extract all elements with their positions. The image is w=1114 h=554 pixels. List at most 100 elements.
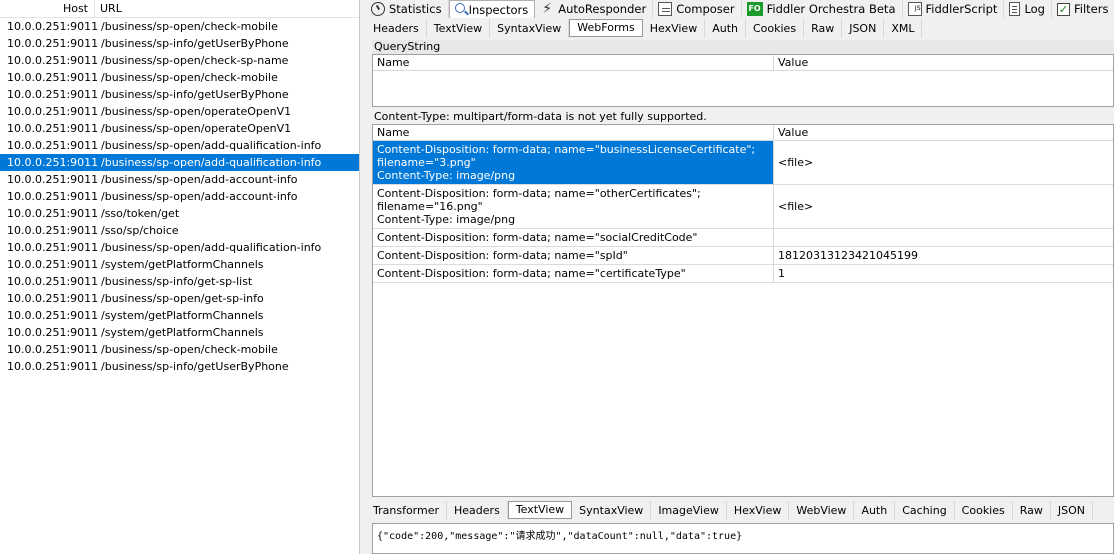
session-host: 10.0.0.251:9011 (7, 71, 99, 84)
session-host: 10.0.0.251:9011 (7, 275, 99, 288)
form-field-row[interactable]: Content-Disposition: form-data; name="sp… (373, 247, 1113, 265)
body-name-header[interactable]: Name (373, 125, 774, 140)
session-row[interactable]: 10.0.0.251:9011/business/sp-open/operate… (0, 103, 359, 120)
response-tab-hexview[interactable]: HexView (727, 500, 790, 520)
request-tab-webforms[interactable]: WebForms (569, 19, 643, 37)
tab-fiddler-orchestra-beta[interactable]: FO Fiddler Orchestra Beta (742, 0, 903, 18)
body-value-header[interactable]: Value (774, 125, 1113, 140)
form-field-row[interactable]: Content-Disposition: form-data; name="ce… (373, 265, 1113, 283)
session-row[interactable]: 10.0.0.251:9011/system/getPlatformChanne… (0, 324, 359, 341)
request-tab-cookies[interactable]: Cookies (746, 18, 805, 38)
request-tab-headers[interactable]: Headers (366, 18, 427, 38)
tab-label: FiddlerScript (925, 2, 998, 16)
session-url: /system/getPlatformChannels (101, 258, 264, 271)
session-row[interactable]: 10.0.0.251:9011/business/sp-open/check-s… (0, 52, 359, 69)
request-tab-textview[interactable]: TextView (427, 18, 491, 38)
session-url: /business/sp-open/check-mobile (101, 20, 278, 33)
request-tab-syntaxview[interactable]: SyntaxView (490, 18, 570, 38)
request-tab-auth[interactable]: Auth (705, 18, 746, 38)
session-host: 10.0.0.251:9011 (7, 122, 99, 135)
session-url: /business/sp-info/getUserByPhone (101, 37, 289, 50)
log-icon (1009, 2, 1021, 16)
form-field-row[interactable]: Content-Disposition: form-data; name="so… (373, 229, 1113, 247)
session-row[interactable]: 10.0.0.251:9011/business/sp-open/check-m… (0, 341, 359, 358)
session-host: 10.0.0.251:9011 (7, 20, 99, 33)
tab-inspectors[interactable]: Inspectors (448, 0, 536, 19)
response-tab-textview[interactable]: TextView (507, 501, 573, 519)
form-field-name: Content-Disposition: form-data; name="sp… (373, 247, 774, 264)
column-header-url[interactable]: URL (95, 0, 122, 18)
tab-statistics[interactable]: Statistics (366, 0, 449, 18)
querystring-label: QueryString (372, 40, 1114, 54)
session-row[interactable]: 10.0.0.251:9011/sso/sp/choice (0, 222, 359, 239)
form-field-name: Content-Disposition: form-data; name="ot… (373, 185, 774, 228)
session-row[interactable]: 10.0.0.251:9011/sso/token/get (0, 205, 359, 222)
request-tab-raw[interactable]: Raw (804, 18, 843, 38)
tab-composer[interactable]: Composer (653, 0, 742, 18)
form-field-row[interactable]: Content-Disposition: form-data; name="bu… (373, 141, 1113, 185)
session-row[interactable]: 10.0.0.251:9011/business/sp-open/check-m… (0, 69, 359, 86)
session-row[interactable]: 10.0.0.251:9011/system/getPlatformChanne… (0, 256, 359, 273)
response-tab-transformer[interactable]: Transformer (366, 500, 448, 520)
session-row[interactable]: 10.0.0.251:9011/business/sp-open/add-qua… (0, 154, 359, 171)
session-host: 10.0.0.251:9011 (7, 309, 99, 322)
session-url: /sso/sp/choice (101, 224, 179, 237)
session-row[interactable]: 10.0.0.251:9011/business/sp-info/get-sp-… (0, 273, 359, 290)
session-url: /business/sp-open/get-sp-info (101, 292, 264, 305)
orchestra-icon: FO (746, 2, 763, 16)
form-field-name: Content-Disposition: form-data; name="so… (373, 229, 774, 246)
response-tab-auth[interactable]: Auth (854, 500, 896, 520)
response-tab-imageview[interactable]: ImageView (651, 500, 727, 520)
session-row[interactable]: 10.0.0.251:9011/system/getPlatformChanne… (0, 307, 359, 324)
session-row[interactable]: 10.0.0.251:9011/business/sp-info/getUser… (0, 86, 359, 103)
request-tab-hexview[interactable]: HexView (643, 18, 706, 38)
querystring-value-header[interactable]: Value (774, 55, 1113, 70)
session-host: 10.0.0.251:9011 (7, 292, 99, 305)
tab-autoresponder[interactable]: ⚡ AutoResponder (535, 0, 654, 18)
inspector-pane: Statistics Inspectors ⚡ AutoResponder Compos… (366, 0, 1114, 554)
session-host: 10.0.0.251:9011 (7, 156, 99, 169)
session-row[interactable]: 10.0.0.251:9011/business/sp-open/add-acc… (0, 171, 359, 188)
request-tab-xml[interactable]: XML (884, 18, 923, 38)
form-field-value: 18120313123421045199 (778, 249, 918, 262)
response-tab-raw[interactable]: Raw (1013, 500, 1051, 520)
response-tab-syntaxview[interactable]: SyntaxView (572, 500, 652, 520)
session-row[interactable]: 10.0.0.251:9011/business/sp-open/add-acc… (0, 188, 359, 205)
response-textview[interactable]: {"code":200,"message":"请求成功","dataCount"… (372, 523, 1114, 554)
session-row[interactable]: 10.0.0.251:9011/business/sp-open/add-qua… (0, 239, 359, 256)
tab-label: AutoResponder (558, 2, 647, 16)
session-row[interactable]: 10.0.0.251:9011/business/sp-open/operate… (0, 120, 359, 137)
session-row[interactable]: 10.0.0.251:9011/business/sp-open/add-qua… (0, 137, 359, 154)
request-tab-json[interactable]: JSON (842, 18, 885, 38)
session-url: /business/sp-open/check-sp-name (101, 54, 289, 67)
querystring-name-header[interactable]: Name (373, 55, 774, 70)
session-url: /business/sp-open/add-qualification-info (101, 139, 322, 152)
session-row[interactable]: 10.0.0.251:9011/business/sp-open/check-m… (0, 18, 359, 35)
session-row[interactable]: 10.0.0.251:9011/business/sp-info/getUser… (0, 35, 359, 52)
session-url: /business/sp-open/add-account-info (101, 190, 298, 203)
session-row[interactable]: 10.0.0.251:9011/business/sp-info/getUser… (0, 358, 359, 375)
response-tab-cookies[interactable]: Cookies (955, 500, 1013, 520)
tab-label: Filters (1073, 2, 1109, 16)
script-icon: JS (907, 2, 922, 16)
tab-filters[interactable]: ✓ Filters (1052, 0, 1114, 18)
body-grid[interactable]: Name Value Content-Disposition: form-dat… (372, 124, 1114, 497)
session-url: /business/sp-info/getUserByPhone (101, 360, 289, 373)
column-header-host[interactable]: Host (0, 0, 95, 18)
response-tab-webview[interactable]: WebView (789, 500, 855, 520)
session-host: 10.0.0.251:9011 (7, 54, 99, 67)
querystring-grid[interactable]: Name Value (372, 54, 1114, 107)
form-field-row[interactable]: Content-Disposition: form-data; name="ot… (373, 185, 1113, 229)
session-host: 10.0.0.251:9011 (7, 139, 99, 152)
session-host: 10.0.0.251:9011 (7, 207, 99, 220)
response-tab-headers[interactable]: Headers (447, 500, 508, 520)
response-tab-json[interactable]: JSON (1051, 500, 1094, 520)
sessions-pane[interactable]: Host URL 10.0.0.251:9011/business/sp-ope… (0, 0, 360, 554)
form-field-value (774, 229, 1113, 246)
querystring-grid-header: Name Value (373, 55, 1113, 71)
tab-fiddlerscript[interactable]: JS FiddlerScript (903, 0, 1005, 18)
session-row[interactable]: 10.0.0.251:9011/business/sp-open/get-sp-… (0, 290, 359, 307)
session-host: 10.0.0.251:9011 (7, 258, 99, 271)
tab-log[interactable]: Log (1004, 0, 1052, 18)
response-tab-caching[interactable]: Caching (895, 500, 955, 520)
